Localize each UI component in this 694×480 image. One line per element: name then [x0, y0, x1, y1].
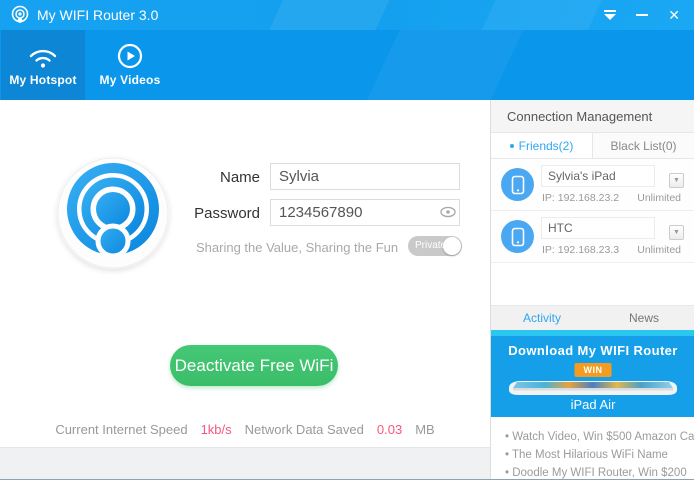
tab-label: Friends(2): [519, 139, 574, 153]
bottom-strip: [0, 447, 490, 480]
tab-my-hotspot[interactable]: My Hotspot: [1, 30, 85, 100]
hotspot-panel: Name Password Sharing the Value, Sharing…: [0, 100, 490, 480]
banner-title: Download My WIFI Router: [491, 343, 694, 358]
titlebar: My WIFI Router 3.0 ✕: [0, 0, 694, 30]
wifi-router-logo-icon: [57, 157, 169, 269]
wifi-icon: [26, 43, 60, 69]
tab-friends[interactable]: Friends(2): [491, 133, 592, 158]
promo-banner[interactable]: Download My WIFI Router WIN iPad Air: [491, 330, 694, 417]
saved-unit: MB: [415, 422, 435, 437]
tab-label: My Hotspot: [9, 73, 76, 87]
feed-tabs: Activity News: [491, 305, 694, 330]
deactivate-wifi-button[interactable]: Deactivate Free WiFi: [170, 345, 338, 386]
device-limit: Unlimited: [637, 192, 681, 204]
connection-sidebar: Connection Management Friends(2) Black L…: [490, 100, 694, 480]
news-list: Watch Video, Win $500 Amazon Card The Mo…: [491, 417, 694, 480]
win-badge: WIN: [575, 363, 612, 377]
active-dot-icon: [510, 144, 514, 148]
toggle-knob: [443, 237, 461, 255]
saved-label: Network Data Saved: [245, 422, 364, 437]
tab-label: My Videos: [100, 73, 161, 87]
private-toggle[interactable]: Private: [408, 236, 462, 256]
app-window: My WIFI Router 3.0 ✕ My Hotspot My Video…: [0, 0, 694, 480]
name-label: Name: [190, 169, 260, 186]
tab-news[interactable]: News: [593, 306, 694, 330]
slogan-text: Sharing the Value, Sharing the Fun: [196, 240, 398, 255]
tab-activity[interactable]: Activity: [491, 306, 593, 330]
speed-label: Current Internet Speed: [55, 422, 187, 437]
main-tabstrip: My Hotspot My Videos: [0, 30, 694, 100]
chevron-down-icon[interactable]: ▼: [669, 173, 684, 188]
device-row: HTC IP: 192.168.23.3 Unlimited ▼: [491, 211, 694, 263]
app-logo-icon: [10, 5, 30, 25]
password-input[interactable]: [270, 199, 460, 226]
name-input[interactable]: [270, 163, 460, 190]
chevron-down-icon[interactable]: ▼: [669, 225, 684, 240]
device-limit: Unlimited: [637, 244, 681, 256]
status-line: Current Internet Speed 1kb/s Network Dat…: [0, 422, 490, 437]
tab-my-videos[interactable]: My Videos: [85, 30, 175, 100]
device-name-field[interactable]: HTC: [541, 217, 655, 239]
sidebar-tabs: Friends(2) Black List(0): [491, 133, 694, 159]
news-item[interactable]: Watch Video, Win $500 Amazon Card: [505, 428, 689, 446]
device-ip: IP: 192.168.23.3: [542, 244, 619, 256]
sidebar-header: Connection Management: [491, 100, 694, 133]
tab-blacklist[interactable]: Black List(0): [592, 133, 694, 158]
close-button[interactable]: ✕: [668, 0, 680, 30]
menu-arrow-icon[interactable]: [604, 0, 616, 30]
device-ip: IP: 192.168.23.2: [542, 192, 619, 204]
saved-value: 0.03: [377, 422, 402, 437]
password-label: Password: [190, 205, 260, 222]
eye-icon[interactable]: [440, 205, 456, 219]
speed-value: 1kb/s: [201, 422, 232, 437]
tab-label: Black List(0): [610, 139, 676, 153]
banner-product: iPad Air: [491, 397, 694, 412]
banner-accent-strip: [491, 330, 694, 336]
phone-icon: [501, 168, 534, 201]
news-item[interactable]: Doodle My WIFI Router, Win $200: [505, 464, 689, 480]
minimize-button[interactable]: [636, 0, 648, 30]
device-row: Sylvia's iPad IP: 192.168.23.2 Unlimited…: [491, 159, 694, 211]
private-toggle-label: Private: [415, 236, 446, 256]
play-circle-icon: [117, 43, 143, 69]
window-title: My WIFI Router 3.0: [37, 0, 158, 30]
phone-icon: [501, 220, 534, 253]
news-item[interactable]: The Most Hilarious WiFi Name: [505, 446, 689, 464]
device-name-field[interactable]: Sylvia's iPad: [541, 165, 655, 187]
